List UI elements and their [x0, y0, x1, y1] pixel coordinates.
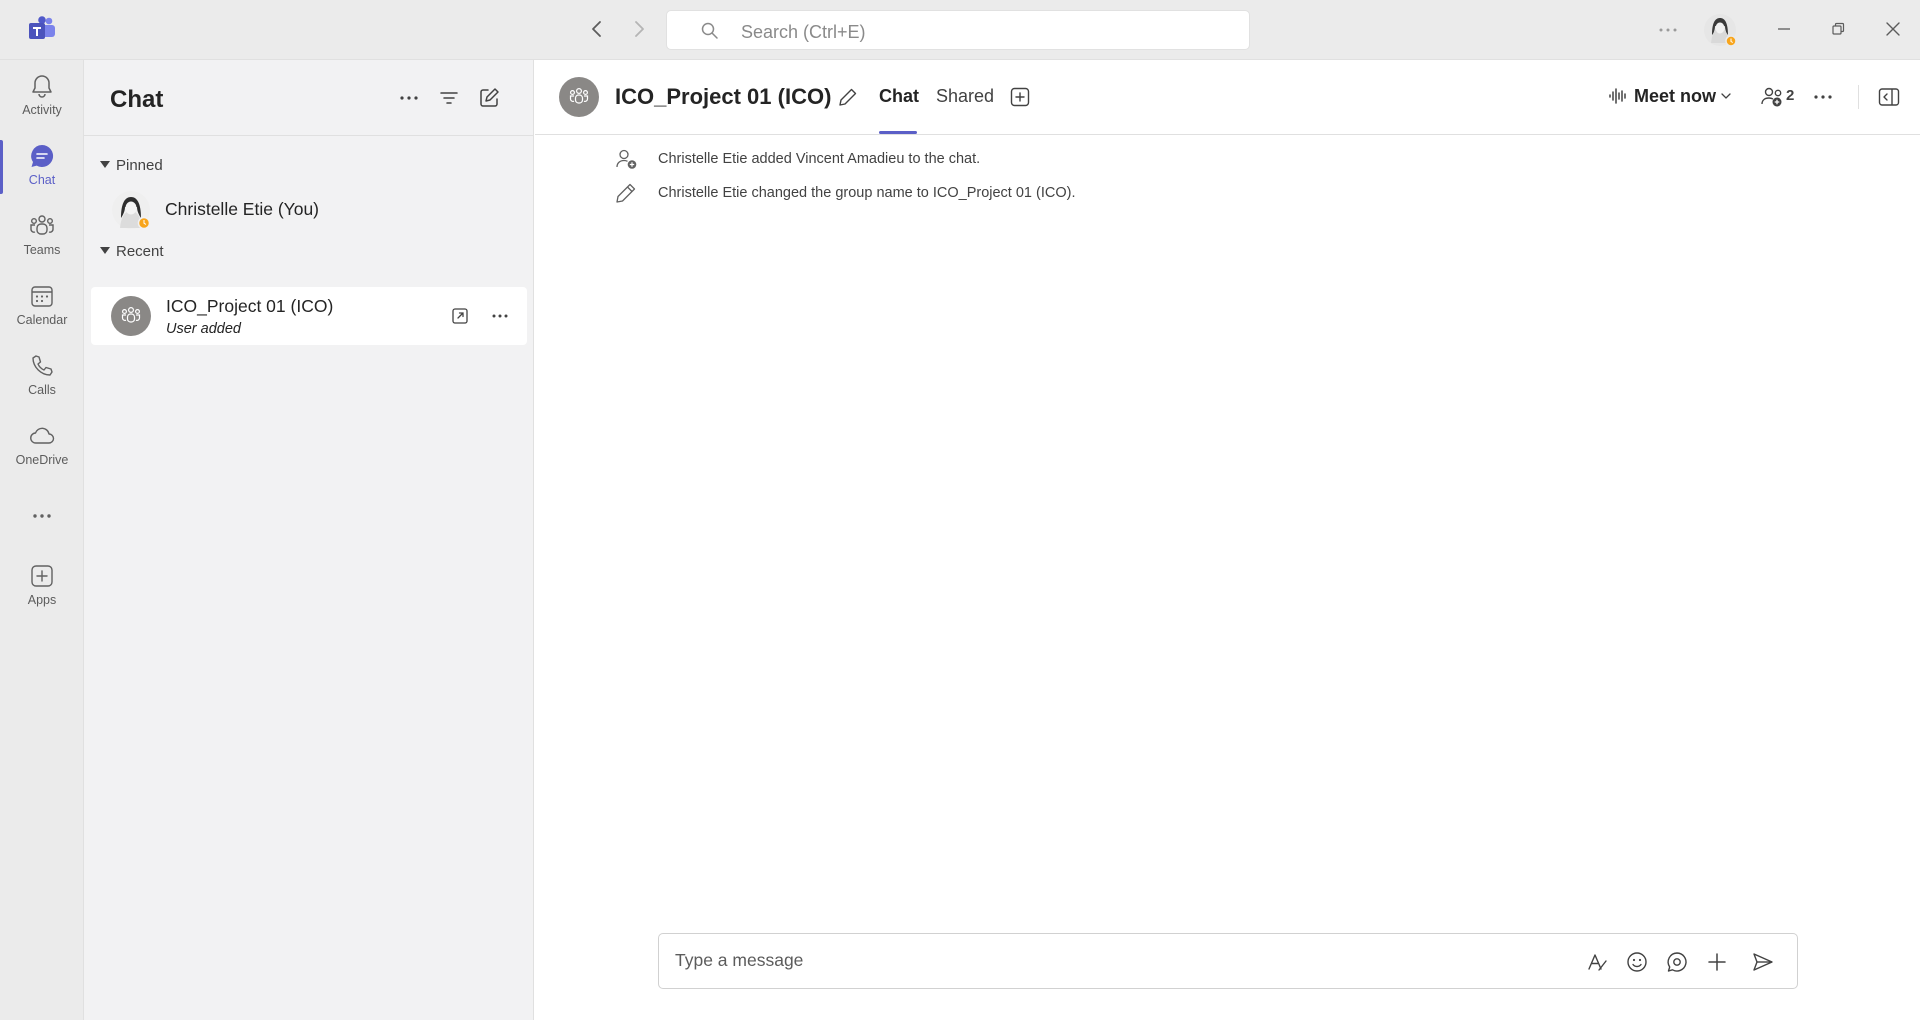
restore-icon[interactable]: [1826, 17, 1850, 41]
conversation-header: ICO_Project 01 (ICO) Chat Shared Meet no…: [535, 60, 1920, 135]
minimize-icon[interactable]: [1772, 17, 1796, 41]
rail-label: Chat: [28, 173, 56, 187]
recent-section-header[interactable]: Recent: [100, 243, 164, 260]
pencil-icon: [614, 181, 638, 205]
avatar: [111, 190, 151, 230]
format-icon[interactable]: [1585, 950, 1609, 974]
bell-icon: [28, 72, 56, 100]
calendar-icon: [28, 282, 56, 310]
rail-item-chat[interactable]: Chat: [0, 138, 84, 200]
search-icon: [700, 21, 720, 41]
chat-icon: [28, 142, 56, 170]
chat-list-item-christelle[interactable]: Christelle Etie (You): [84, 182, 534, 238]
phone-icon: [28, 352, 56, 380]
search-input[interactable]: Search (Ctrl+E): [666, 10, 1250, 50]
profile-avatar[interactable]: [1703, 13, 1737, 47]
tab-shared[interactable]: Shared: [936, 86, 994, 107]
more-horizontal-icon: [28, 502, 56, 530]
loop-component-icon[interactable]: [1665, 950, 1689, 974]
rail-label: Calls: [28, 383, 56, 397]
chat-preview: User added: [166, 321, 241, 337]
chevron-down-icon[interactable]: [1719, 89, 1733, 103]
divider: [84, 135, 534, 136]
participant-count: 2: [1786, 87, 1795, 104]
event-text: Christelle Etie added Vincent Amadieu to…: [658, 151, 981, 167]
cloud-icon: [28, 422, 56, 450]
emoji-icon[interactable]: [1625, 950, 1649, 974]
tab-chat[interactable]: Chat: [879, 86, 919, 107]
pinned-section-header[interactable]: Pinned: [100, 157, 163, 174]
add-app-icon: [28, 562, 56, 590]
more-options-icon[interactable]: [396, 85, 422, 111]
plus-icon[interactable]: [1705, 950, 1729, 974]
app-rail: Activity Chat Teams Calendar Calls OneDr…: [0, 60, 84, 1020]
settings-more-icon[interactable]: [1656, 18, 1680, 42]
chat-list-title: Chat: [110, 86, 164, 113]
caret-down-icon: [100, 161, 110, 168]
people-add-icon: [1760, 84, 1786, 110]
filter-icon[interactable]: [436, 85, 462, 111]
recent-label: Recent: [116, 243, 164, 260]
new-chat-icon[interactable]: [476, 85, 502, 111]
add-tab-icon[interactable]: [1009, 86, 1031, 108]
rail-more-apps[interactable]: [0, 498, 84, 528]
active-tab-indicator: [879, 131, 917, 134]
rail-item-calendar[interactable]: Calendar: [0, 278, 84, 340]
teams-icon: [28, 212, 56, 240]
close-icon[interactable]: [1881, 17, 1905, 41]
group-avatar: [559, 77, 599, 117]
meet-now-label: Meet now: [1634, 86, 1717, 106]
person-add-icon: [614, 147, 638, 171]
forward-arrow-icon[interactable]: [627, 17, 651, 41]
pop-out-icon[interactable]: [450, 306, 470, 326]
rail-label: Calendar: [16, 313, 68, 327]
caret-down-icon: [100, 247, 110, 254]
event-text: Christelle Etie changed the group name t…: [658, 185, 1076, 201]
title-bar: Search (Ctrl+E): [0, 0, 1920, 60]
side-panel-toggle-icon[interactable]: [1877, 86, 1901, 108]
teams-logo-icon: [28, 16, 56, 42]
compose-placeholder: Type a message: [675, 950, 804, 970]
rail-item-onedrive[interactable]: OneDrive: [0, 418, 84, 480]
rail-label: Apps: [27, 593, 57, 607]
rail-label: Teams: [23, 243, 61, 257]
rail-item-activity[interactable]: Activity: [0, 68, 84, 130]
more-options-icon[interactable]: [489, 306, 511, 326]
back-arrow-icon[interactable]: [585, 17, 609, 41]
more-options-icon[interactable]: [1811, 86, 1835, 108]
rail-label: OneDrive: [15, 453, 69, 467]
conversation-title: ICO_Project 01 (ICO): [615, 84, 832, 109]
audio-wave-icon: [1608, 86, 1628, 106]
rail-item-apps[interactable]: Apps: [0, 558, 84, 620]
pinned-label: Pinned: [116, 157, 163, 174]
send-icon[interactable]: [1751, 950, 1775, 974]
search-placeholder: Search (Ctrl+E): [741, 22, 866, 42]
rail-label: Activity: [22, 103, 62, 117]
group-avatar: [111, 296, 151, 336]
rail-item-teams[interactable]: Teams: [0, 208, 84, 270]
rail-item-calls[interactable]: Calls: [0, 348, 84, 410]
chat-list-panel: Chat Pinned Christelle Etie (You) Recent: [84, 60, 534, 1020]
participants-button[interactable]: 2: [1760, 84, 1800, 110]
divider: [1858, 85, 1859, 109]
message-compose-box[interactable]: Type a message: [658, 933, 1798, 989]
chat-name: ICO_Project 01 (ICO): [166, 296, 334, 316]
pencil-icon[interactable]: [837, 86, 859, 108]
chat-list-item-ico-project[interactable]: ICO_Project 01 (ICO) User added: [91, 287, 527, 345]
chat-name: Christelle Etie (You): [165, 199, 320, 219]
